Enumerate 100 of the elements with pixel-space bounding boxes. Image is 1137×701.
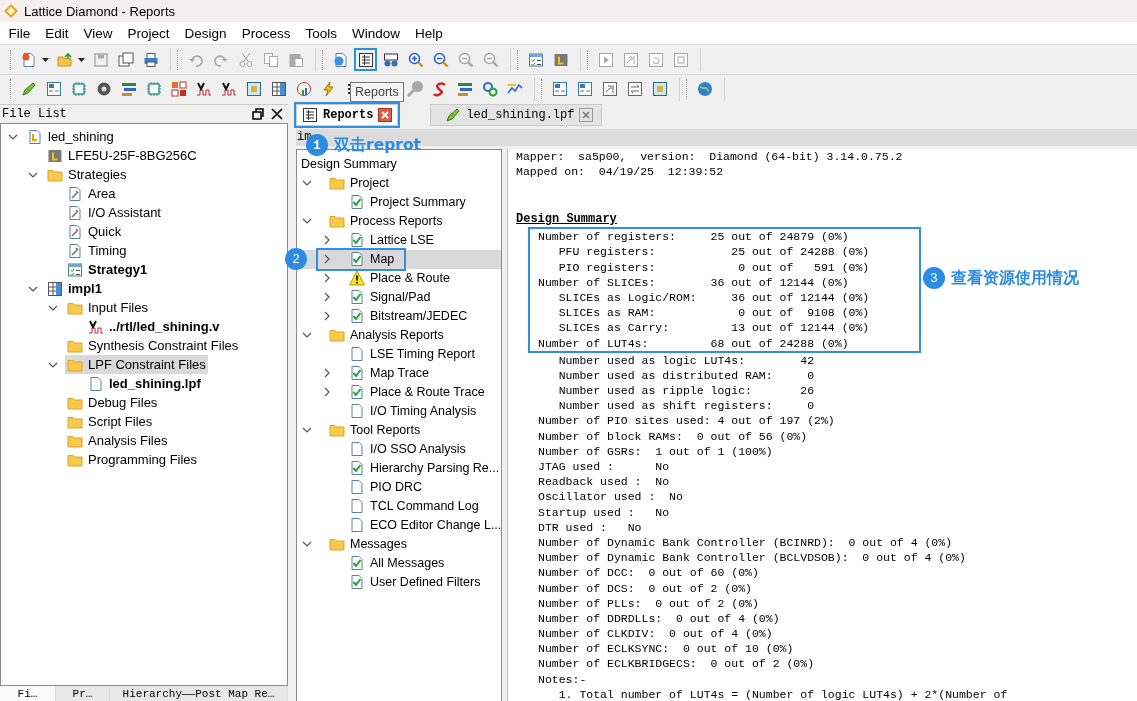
report-line: PFU registers: 25 out of 24288 (0%) — [557, 245, 870, 259]
chevron-right-icon[interactable] — [322, 292, 332, 303]
caret-icon[interactable] — [78, 57, 85, 62]
tree-item[interactable]: PIO DRC — [297, 477, 501, 497]
menu-item[interactable]: Tools — [297, 25, 345, 41]
scissors-icon — [237, 51, 254, 68]
report-line: Number used as logic LUT4s: 42 — [557, 353, 815, 367]
window-title: Lattice Diamond - Reports — [24, 3, 175, 19]
menu-item[interactable]: Project — [120, 25, 178, 41]
report-line: SLICEs as RAM: 0 out of 9108 (0%) — [557, 306, 870, 320]
menu-item[interactable]: Help — [407, 25, 451, 41]
layout-icon — [551, 81, 568, 97]
menu-item[interactable]: Design — [177, 25, 235, 41]
report-line: Number of ECLKSYNC: 0 out of 10 (0%) — [538, 642, 794, 656]
new-document-icon — [20, 51, 37, 68]
menu-item[interactable]: Edit — [37, 25, 77, 41]
tree-item[interactable]: TCL Command Log — [297, 496, 501, 516]
tree-item[interactable]: Signal/Pad — [297, 287, 501, 307]
tree-item[interactable]: Place & Route Trace — [297, 382, 501, 402]
report-line: Number of LUT4s: 68 out of 24288 (0%) — [538, 336, 849, 350]
tree-item[interactable]: Place & Route — [297, 268, 501, 288]
close-icon[interactable] — [378, 108, 393, 122]
report-heading: Design Summary — [516, 212, 618, 228]
wrench-icon — [406, 81, 423, 97]
pencil-icon — [445, 107, 462, 123]
tree-item[interactable]: Tool Reports — [297, 420, 501, 440]
stop-icon — [672, 51, 689, 68]
project-file-icon — [27, 128, 43, 145]
tree-item[interactable]: Project Summary — [297, 192, 501, 212]
tree-item[interactable]: User Defined Filters — [297, 572, 501, 592]
s-curve-icon — [431, 81, 448, 97]
tree-item[interactable]: impl1 — [45, 279, 104, 298]
folder-icon — [329, 536, 345, 553]
report-line: Number used as shift registers: 0 — [557, 399, 815, 413]
tree-item[interactable]: Hierarchy Parsing Re... — [297, 458, 501, 478]
layout-icon — [45, 81, 62, 97]
chevron-right-icon[interactable] — [322, 235, 332, 246]
tree-item[interactable]: Quick — [65, 222, 124, 241]
chevron-right-icon[interactable] — [322, 368, 332, 379]
tree-item[interactable]: Map Trace — [297, 363, 501, 383]
tree-item[interactable]: Analysis Files — [65, 431, 170, 450]
tree-title[interactable]: Design Summary — [301, 157, 397, 172]
tree-item[interactable]: All Messages — [297, 553, 501, 573]
zoom-icon — [482, 51, 499, 68]
chevron-right-icon[interactable] — [322, 387, 332, 398]
folder-icon — [329, 327, 345, 344]
tree-item[interactable]: Lattice LSE — [297, 230, 501, 250]
tab[interactable]: Hierarchy——Post Map Re… — [110, 686, 288, 701]
tree-item[interactable]: ECO Editor Change L... — [297, 515, 501, 535]
menu-item[interactable]: Window — [344, 25, 408, 41]
tree-item[interactable]: ../rtl/led_shining.v — [86, 317, 222, 336]
open-folder-icon — [56, 51, 73, 68]
checked-document-icon — [349, 289, 365, 306]
tree-item[interactable]: LPF Constraint Files — [65, 355, 208, 374]
checked-document-icon — [349, 308, 365, 325]
tab[interactable]: led_shining.lpf — [430, 104, 603, 126]
tree-item[interactable]: Strategies — [45, 165, 129, 184]
tree-item[interactable]: Programming Files — [65, 450, 200, 469]
tree-item[interactable]: Messages — [297, 534, 501, 554]
menu-item[interactable]: View — [76, 25, 121, 41]
report-line: SLICEs as Logic/ROM: 36 out of 12144 (0%) — [557, 290, 870, 304]
menu-item[interactable]: Process — [234, 25, 298, 41]
chevron-right-icon[interactable] — [322, 273, 332, 284]
tree-item[interactable]: Process Reports — [297, 211, 501, 231]
menu-item[interactable]: File — [1, 25, 38, 41]
tree-item[interactable]: LFE5U-25F-8BG256C — [45, 146, 199, 165]
close-icon[interactable] — [269, 106, 285, 122]
chevron-right-icon[interactable] — [322, 311, 332, 322]
diamond-logo-icon — [4, 4, 18, 18]
tree-item[interactable]: Debug Files — [65, 393, 160, 412]
tree-item[interactable]: I/O Assistant — [65, 203, 163, 222]
tree-item[interactable]: Synthesis Constraint Files — [65, 336, 241, 355]
restore-icon[interactable] — [250, 106, 266, 122]
tree-item[interactable]: Strategy1 — [65, 260, 150, 279]
tree-item[interactable]: Input Files — [65, 298, 150, 317]
tree-item[interactable]: I/O SSO Analysis — [297, 439, 501, 459]
report-line: JTAG used : No — [538, 460, 670, 473]
save-icon — [92, 51, 109, 68]
tree-item[interactable]: led_shining.lpf — [86, 374, 203, 393]
toolbar-button[interactable] — [354, 48, 377, 71]
caret-icon[interactable] — [42, 57, 49, 62]
zoom-in-icon — [407, 51, 424, 68]
report-line: Number of registers: 25 out of 24879 (0%) — [538, 230, 849, 244]
pencil-icon — [20, 81, 37, 97]
tree-item[interactable]: Analysis Reports — [297, 325, 501, 345]
report-line: Number of Dynamic Bank Controller (BCINRD): 0 out of 4 (0%) — [538, 535, 953, 549]
document-icon — [349, 346, 365, 363]
tree-item[interactable]: Bitstream/JEDEC — [297, 306, 501, 326]
tree-item[interactable]: Project — [297, 173, 501, 193]
tab[interactable]: Pr… — [56, 686, 110, 701]
tab[interactable]: Fi… — [0, 686, 56, 701]
tree-item[interactable]: led_shining — [25, 127, 116, 146]
checked-document-icon — [349, 384, 365, 401]
tree-item[interactable]: Script Files — [65, 412, 155, 431]
paste-icon — [287, 51, 304, 68]
tree-item[interactable]: Area — [65, 184, 118, 203]
chevron-right-icon[interactable] — [322, 254, 332, 265]
tree-item[interactable]: I/O Timing Analysis — [297, 401, 501, 421]
tree-item[interactable]: Timing — [65, 241, 129, 260]
tree-item[interactable]: LSE Timing Report — [297, 344, 501, 364]
